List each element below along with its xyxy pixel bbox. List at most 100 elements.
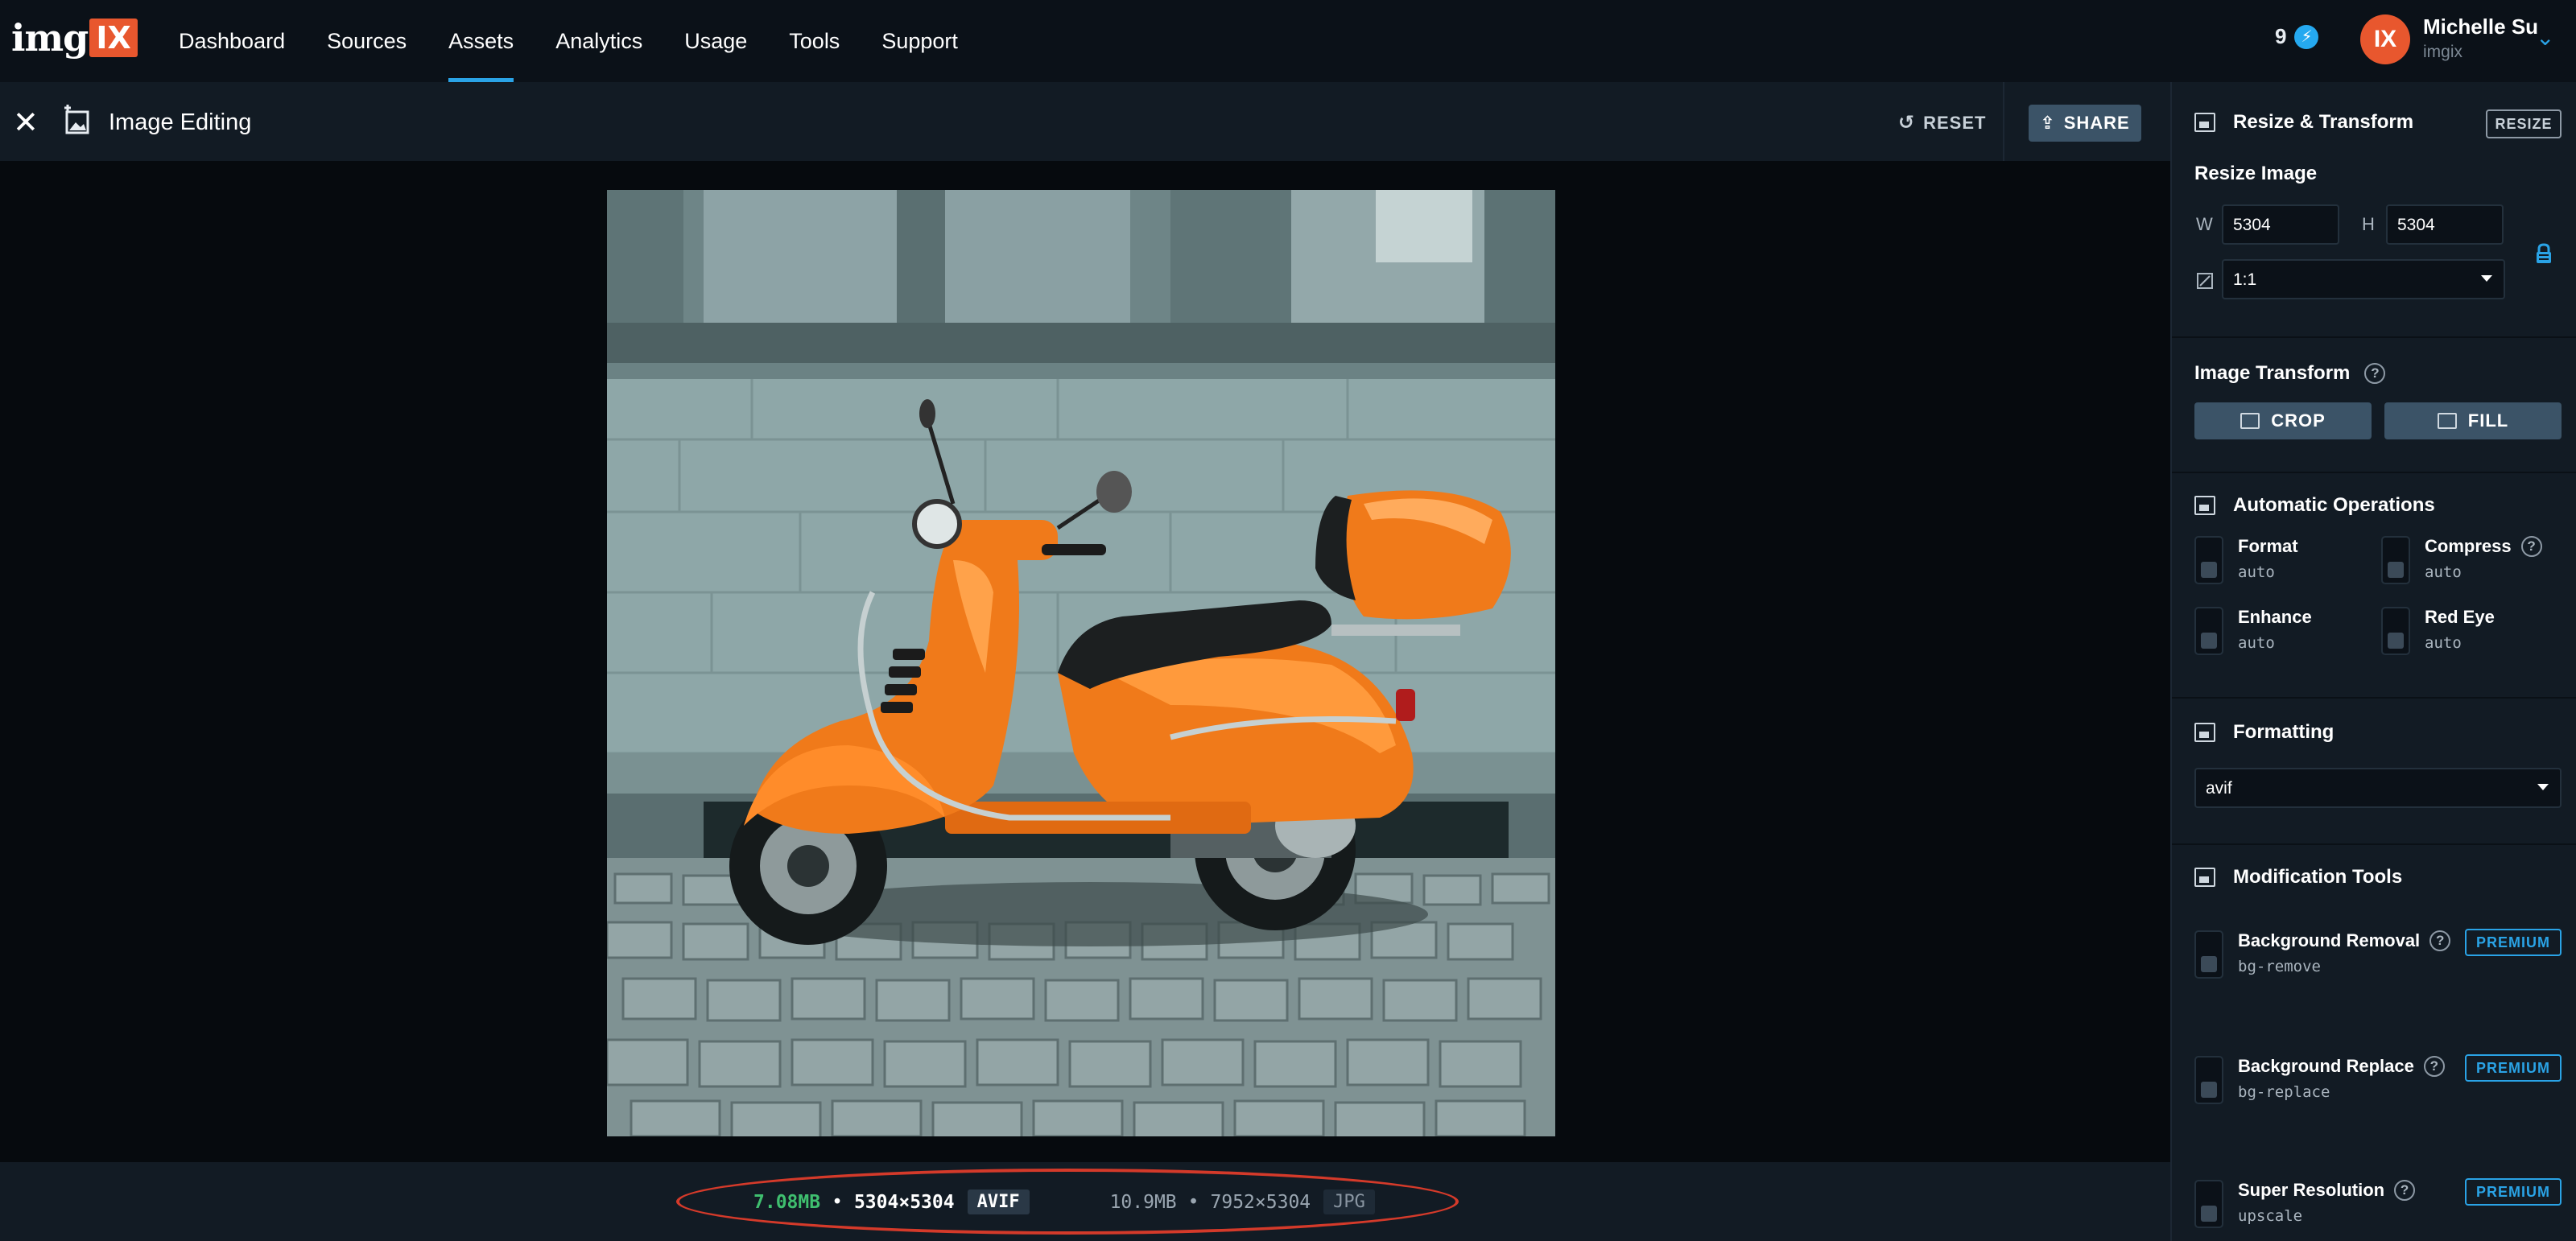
aspect-ratio-select[interactable]: 1:1 xyxy=(2222,259,2505,299)
op-red-eye-name: Red Eye xyxy=(2425,607,2495,627)
fill-icon xyxy=(2437,413,2457,429)
lock-icon[interactable] xyxy=(2534,243,2553,264)
tool-bg-replace-value: bg-replace xyxy=(2238,1083,2330,1101)
tool-upscale-label: Super Resolution xyxy=(2238,1180,2385,1200)
width-field[interactable]: 5304 xyxy=(2222,204,2339,245)
height-field[interactable]: 5304 xyxy=(2386,204,2504,245)
resize-icon xyxy=(2194,113,2215,132)
chevron-down-icon[interactable]: ⌄ xyxy=(2536,24,2554,51)
image-transform-title: Image Transform xyxy=(2194,362,2351,384)
format-toggle[interactable] xyxy=(2194,536,2223,584)
help-icon[interactable]: ? xyxy=(2423,1056,2445,1077)
image-transform-header: Image Transform ? xyxy=(2194,362,2386,385)
auto-ops-title: Automatic Operations xyxy=(2233,494,2435,516)
tool-bg-remove-value: bg-remove xyxy=(2238,958,2321,975)
reset-button[interactable]: ↺ RESET xyxy=(1898,111,1986,134)
fill-label: FILL xyxy=(2467,410,2509,431)
bolt-icon: ⚡ xyxy=(2294,24,2319,49)
help-icon[interactable]: ? xyxy=(2364,363,2386,384)
image-edit-icon xyxy=(64,105,89,134)
mod-tools-title: Modification Tools xyxy=(2233,866,2403,888)
nav-item-assets[interactable]: Assets xyxy=(448,0,514,82)
avatar[interactable]: IX xyxy=(2360,14,2410,64)
help-icon[interactable]: ? xyxy=(2429,930,2451,951)
credits-indicator[interactable]: 9 ⚡ xyxy=(2275,24,2319,49)
op-compress-label: Compress xyxy=(2425,536,2512,556)
tool-bg-remove-label: Background Removal xyxy=(2238,930,2421,950)
scooter-photo[interactable] xyxy=(607,190,1555,1136)
enhance-toggle[interactable] xyxy=(2194,607,2223,655)
crop-button[interactable]: CROP xyxy=(2194,402,2372,439)
formatting-icon xyxy=(2194,723,2215,742)
premium-badge[interactable]: PREMIUM xyxy=(2465,929,2562,956)
tool-upscale-value: upscale xyxy=(2238,1207,2303,1225)
format-select[interactable]: avif xyxy=(2194,768,2562,808)
op-enhance-value: auto xyxy=(2238,634,2275,652)
tool-bg-remove-text: Background Removal ? bg-remove xyxy=(2238,930,2451,979)
tool-bg-replace-name: Background Replace ? xyxy=(2238,1056,2445,1077)
crop-label: CROP xyxy=(2271,410,2326,431)
page-title: Image Editing xyxy=(109,109,252,135)
premium-badge[interactable]: PREMIUM xyxy=(2465,1054,2562,1082)
resize-image-label: Resize Image xyxy=(2194,163,2318,184)
op-red-eye-text: Red Eye auto xyxy=(2425,607,2495,655)
share-icon: ⇪ xyxy=(2040,113,2056,133)
section-divider xyxy=(2172,472,2576,473)
share-button[interactable]: ⇪ SHARE xyxy=(2029,105,2141,142)
nav-item-support[interactable]: Support xyxy=(881,0,958,82)
width-label: W xyxy=(2196,214,2213,234)
tool-bg-replace-label: Background Replace xyxy=(2238,1056,2414,1076)
imgix-logo[interactable]: img IX xyxy=(11,16,138,60)
share-label: SHARE xyxy=(2063,113,2130,133)
tool-bg-replace-text: Background Replace ? bg-replace xyxy=(2238,1056,2445,1104)
user-info[interactable]: Michelle Su imgix xyxy=(2423,14,2538,62)
help-icon[interactable]: ? xyxy=(2520,536,2542,557)
op-enhance-name: Enhance xyxy=(2238,607,2312,627)
tool-upscale[interactable]: Super Resolution ? upscale xyxy=(2194,1180,2416,1228)
bg-replace-toggle[interactable] xyxy=(2194,1056,2223,1104)
user-org: imgix xyxy=(2423,43,2463,61)
op-enhance[interactable]: Enhance auto xyxy=(2194,607,2312,655)
tool-bg-replace[interactable]: Background Replace ? bg-replace xyxy=(2194,1056,2445,1104)
top-nav: img IX Dashboard Sources Assets Analytic… xyxy=(0,0,2576,82)
op-red-eye[interactable]: Red Eye auto xyxy=(2381,607,2495,655)
compress-toggle[interactable] xyxy=(2381,536,2410,584)
nav-item-usage[interactable]: Usage xyxy=(684,0,747,82)
premium-badge[interactable]: PREMIUM xyxy=(2465,1178,2562,1206)
user-name: Michelle Su xyxy=(2423,14,2539,39)
fill-button[interactable]: FILL xyxy=(2384,402,2562,439)
resize-transform-title: Resize & Transform xyxy=(2233,111,2414,133)
nav-item-sources[interactable]: Sources xyxy=(327,0,407,82)
op-format-text: Format auto xyxy=(2238,536,2298,584)
nav-item-tools[interactable]: Tools xyxy=(789,0,840,82)
aspect-ratio-icon xyxy=(2197,273,2213,289)
close-icon[interactable]: ✕ xyxy=(13,105,39,141)
mod-tools-icon xyxy=(2194,868,2215,887)
op-format[interactable]: Format auto xyxy=(2194,536,2298,584)
formatting-title: Formatting xyxy=(2233,721,2334,743)
highlight-oval xyxy=(676,1169,1459,1235)
undo-icon: ↺ xyxy=(1898,112,1916,134)
resize-button[interactable]: RESIZE xyxy=(2486,109,2562,138)
op-format-value: auto xyxy=(2238,563,2275,581)
op-compress-text: Compress ? auto xyxy=(2425,536,2542,584)
nav-item-dashboard[interactable]: Dashboard xyxy=(179,0,285,82)
auto-ops-header: Automatic Operations xyxy=(2194,494,2435,517)
op-compress-name: Compress ? xyxy=(2425,536,2542,557)
op-compress[interactable]: Compress ? auto xyxy=(2381,536,2542,584)
tool-bg-remove[interactable]: Background Removal ? bg-remove xyxy=(2194,930,2451,979)
op-compress-value: auto xyxy=(2425,563,2462,581)
toolbar-divider xyxy=(2003,82,2004,161)
upscale-toggle[interactable] xyxy=(2194,1180,2223,1228)
help-icon[interactable]: ? xyxy=(2394,1180,2416,1201)
editor-toolbar: ✕ Image Editing ↺ RESET ⇪ SHARE xyxy=(0,82,2170,161)
bg-remove-toggle[interactable] xyxy=(2194,930,2223,979)
op-enhance-text: Enhance auto xyxy=(2238,607,2312,655)
op-format-name: Format xyxy=(2238,536,2298,556)
section-divider xyxy=(2172,336,2576,338)
settings-panel: Resize & Transform RESIZE Resize Image W… xyxy=(2170,82,2576,1241)
nav-item-analytics[interactable]: Analytics xyxy=(555,0,642,82)
formatting-header: Formatting xyxy=(2194,721,2334,744)
red-eye-toggle[interactable] xyxy=(2381,607,2410,655)
reset-label: RESET xyxy=(1923,112,1987,133)
